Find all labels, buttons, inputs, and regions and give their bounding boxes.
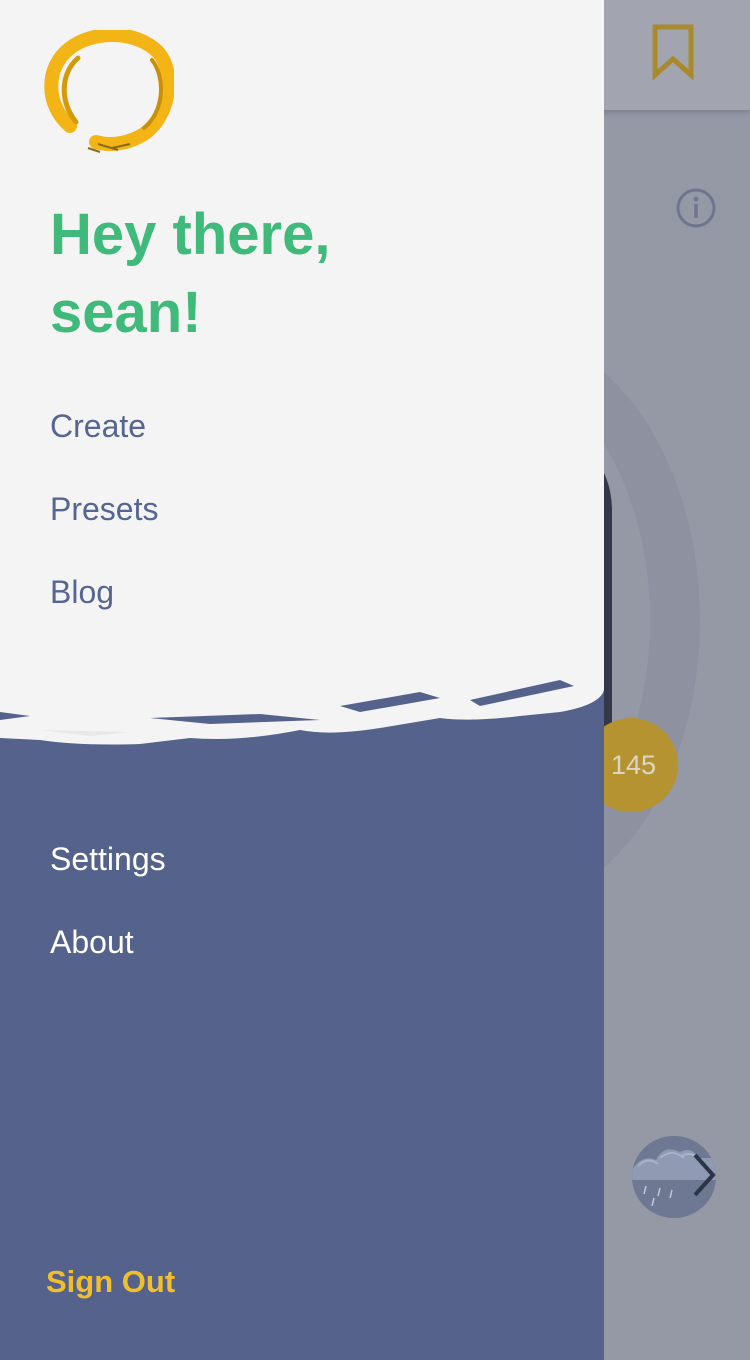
menu-item-create[interactable]: Create	[50, 406, 146, 446]
menu-item-presets[interactable]: Presets	[50, 489, 158, 529]
bookmark-button[interactable]	[646, 20, 700, 84]
next-button[interactable]	[684, 1148, 724, 1202]
info-button[interactable]	[672, 184, 720, 232]
chevron-right-icon	[693, 1153, 716, 1197]
drawer-header: Hey there, sean! Create Presets Blog	[0, 0, 604, 760]
count-badge-value: 145	[610, 749, 656, 780]
menu-item-blog[interactable]: Blog	[50, 572, 114, 612]
greeting-line-2: sean!	[50, 280, 202, 345]
menu-item-about[interactable]: About	[50, 922, 134, 962]
bookmark-icon	[652, 24, 694, 81]
brush-circle-logo	[40, 27, 176, 156]
info-icon	[676, 188, 716, 228]
greeting-heading: Hey there, sean!	[50, 196, 470, 352]
sign-out-button[interactable]: Sign Out	[46, 1262, 175, 1302]
navigation-drawer: Hey there, sean! Create Presets Blog Set…	[0, 0, 604, 1360]
menu-item-settings[interactable]: Settings	[50, 839, 166, 879]
greeting-line-1: Hey there,	[50, 202, 331, 267]
